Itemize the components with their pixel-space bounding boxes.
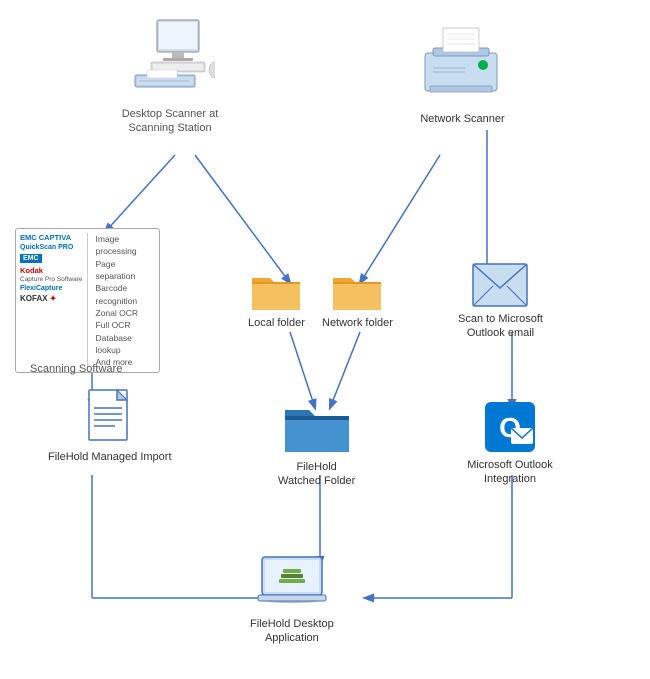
watched-folder-icon <box>283 400 351 456</box>
outlook-integration-node: O Microsoft Outlook Integration <box>455 400 565 487</box>
desktop-scanner-icon <box>125 18 215 103</box>
laptop-icon <box>254 555 330 613</box>
local-folder-icon <box>250 270 302 312</box>
features-list: Image processing Page separation Barcode… <box>96 233 155 368</box>
filehold-managed-import-label: FileHold Managed Import <box>48 450 172 464</box>
scan-to-email-label: Scan to MicrosoftOutlook email <box>458 312 543 341</box>
network-scanner-icon <box>415 18 510 108</box>
watched-folder-label: FileHoldWatched Folder <box>278 460 355 489</box>
network-scanner-node: Network Scanner <box>415 18 510 126</box>
document-icon <box>87 388 133 446</box>
scanning-software-box: EMC CAPTIVAQuickScan PRO EMC Kodak Captu… <box>15 228 160 373</box>
network-scanner-label: Network Scanner <box>420 112 504 126</box>
filehold-watched-folder-node: FileHoldWatched Folder <box>278 400 355 489</box>
desktop-scanner-node: Desktop Scanner at Scanning Station <box>110 18 230 136</box>
desktop-scanner-label: Desktop Scanner at Scanning Station <box>110 107 230 136</box>
filehold-desktop-label: FileHold DesktopApplication <box>250 617 334 646</box>
local-folder-node: Local folder <box>248 270 305 330</box>
outlook-icon: O <box>483 400 537 454</box>
local-folder-label: Local folder <box>248 316 305 330</box>
filehold-managed-import-node: FileHold Managed Import <box>48 388 172 464</box>
network-folder-node: Network folder <box>322 270 393 330</box>
network-folder-label: Network folder <box>322 316 393 330</box>
outlook-integration-label: Microsoft Outlook Integration <box>455 458 565 487</box>
scanning-software-label: Scanning Software <box>30 363 122 375</box>
scan-to-email-node: Scan to MicrosoftOutlook email <box>458 262 543 341</box>
network-folder-icon <box>331 270 383 312</box>
diagram-container: Desktop Scanner at Scanning Station Netw… <box>0 0 650 679</box>
mail-icon <box>471 262 529 308</box>
filehold-desktop-node: FileHold DesktopApplication <box>250 555 334 646</box>
